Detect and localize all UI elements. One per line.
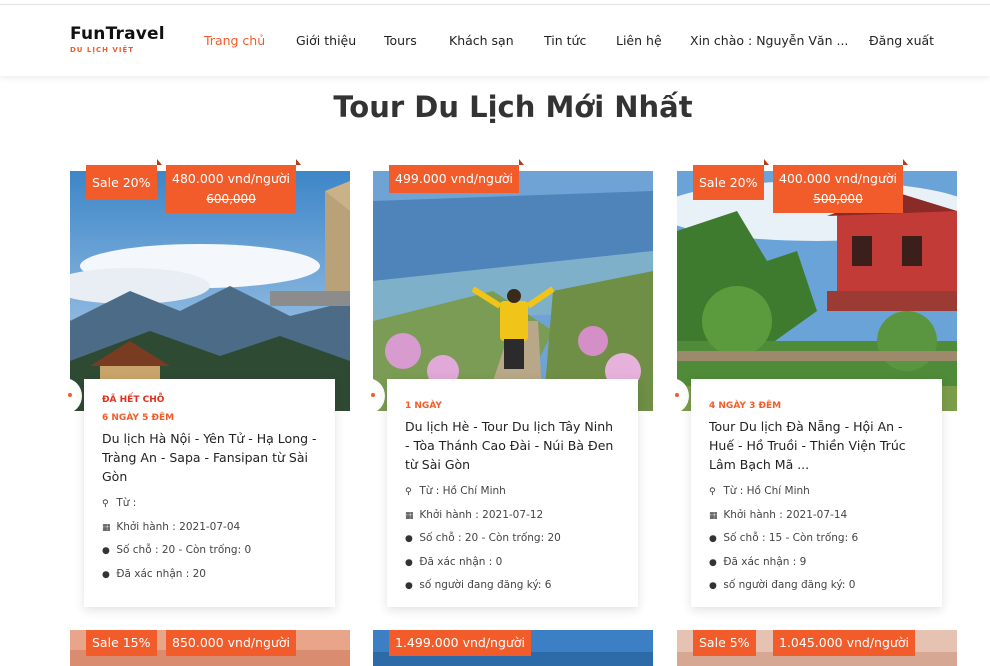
- tour-card[interactable]: Sale 5% 1.045.000 vnd/người: [677, 630, 957, 666]
- tour-confirmed: ● Đã xác nhận : 9: [709, 551, 924, 575]
- tour-confirmed: ● Đã xác nhận : 0: [405, 551, 620, 575]
- sale-badge: Sale 15%: [86, 630, 157, 656]
- tour-seats: ● Số chỗ : 20 - Còn trống: 0: [102, 539, 317, 563]
- calendar-icon: ▦: [405, 510, 414, 521]
- nav-contact[interactable]: Liên hệ: [616, 33, 662, 48]
- nav-tours[interactable]: Tours: [384, 33, 417, 48]
- user-icon: ●: [405, 557, 413, 568]
- nav-news[interactable]: Tin tức: [544, 33, 586, 48]
- page-title: Tour Du Lịch Mới Nhất: [333, 90, 693, 124]
- calendar-icon: ▦: [102, 522, 111, 533]
- user-icon: ●: [709, 557, 717, 568]
- price-badge: 480.000 vnd/người 600,000: [166, 159, 302, 213]
- tour-depart: ▦ Khởi hành : 2021-07-14: [709, 504, 924, 528]
- tour-from: ⚲ Từ : Hồ Chí Minh: [709, 480, 924, 504]
- calendar-icon: ▦: [709, 510, 718, 521]
- map-marker-icon: ⚲: [405, 487, 412, 497]
- duration-label: 4 NGÀY 3 ĐÊM: [709, 401, 782, 411]
- sale-badge: Sale 20%: [693, 159, 769, 200]
- nav-home[interactable]: Trang chủ: [204, 33, 265, 48]
- old-price: 500,000: [813, 192, 863, 206]
- tour-title[interactable]: Tour Du lịch Đà Nẵng - Hội An - Huế - Hồ…: [709, 417, 924, 474]
- nav-about[interactable]: Giới thiệu: [296, 33, 356, 48]
- user-icon: ●: [709, 581, 717, 591]
- site-header: FunTravel DU LỊCH VIỆT Trang chủ Giới th…: [0, 6, 990, 76]
- price-badge: 499.000 vnd/người: [389, 159, 525, 193]
- tour-depart: ▦ Khởi hành : 2021-07-04: [102, 516, 317, 540]
- user-icon: ●: [405, 581, 413, 591]
- price-badge: 1.499.000 vnd/người: [389, 630, 531, 656]
- price-badge: 400.000 vnd/người 500,000: [773, 159, 909, 213]
- tour-info: 4 NGÀY 3 ĐÊM Tour Du lịch Đà Nẵng - Hội …: [691, 379, 942, 607]
- tour-image[interactable]: [373, 171, 653, 411]
- tour-depart: ▦ Khởi hành : 2021-07-12: [405, 504, 620, 528]
- price: 499.000 vnd/người: [395, 171, 514, 186]
- price: 400.000 vnd/người: [779, 171, 898, 186]
- main-nav: Trang chủ Giới thiệu Tours Khách sạn Tin…: [0, 33, 990, 53]
- tour-from: ⚲ Từ :: [102, 492, 317, 516]
- tour-card[interactable]: Sale 15% 850.000 vnd/người: [70, 630, 350, 666]
- price: 480.000 vnd/người: [172, 171, 291, 186]
- nav-hotels[interactable]: Khách sạn: [449, 33, 514, 48]
- sale-badge: Sale 20%: [86, 159, 162, 200]
- tour-title[interactable]: Du lịch Hà Nội - Yên Tử - Hạ Long - Tràn…: [102, 429, 317, 486]
- map-marker-icon: ⚲: [102, 499, 109, 509]
- tour-registering: ● số người đang đăng ký: 0: [709, 574, 924, 598]
- nav-logout[interactable]: Đăng xuất: [869, 33, 934, 48]
- tour-from: ⚲ Từ : Hồ Chí Minh: [405, 480, 620, 504]
- tour-card[interactable]: Sale 20% 480.000 vnd/người 600,000 ĐÃ HẾ…: [60, 159, 350, 611]
- user-icon: ●: [405, 534, 413, 544]
- user-icon: ●: [102, 569, 110, 580]
- user-icon: ●: [102, 546, 110, 556]
- duration-label: 1 NGÀY: [405, 401, 442, 411]
- tour-seats: ● Số chỗ : 15 - Còn trống: 6: [709, 527, 924, 551]
- tour-seats: ● Số chỗ : 20 - Còn trống: 20: [405, 527, 620, 551]
- map-marker-icon: ⚲: [709, 487, 716, 497]
- duration-label: 6 NGÀY 5 ĐÊM: [102, 413, 175, 423]
- user-icon: ●: [709, 534, 717, 544]
- nav-user-greeting[interactable]: Xin chào : Nguyễn Văn ...: [690, 33, 848, 48]
- tour-confirmed: ● Đã xác nhận : 20: [102, 563, 317, 587]
- tour-registering: ● số người đang đăng ký: 6: [405, 574, 620, 598]
- tour-card[interactable]: 1.499.000 vnd/người: [373, 630, 653, 666]
- status-badge: ĐÃ HẾT CHỖ: [102, 395, 165, 405]
- tour-card[interactable]: Sale 20% 400.000 vnd/người 500,000 4 NGÀ…: [667, 159, 957, 611]
- price-badge: 1.045.000 vnd/người: [773, 630, 915, 656]
- price-badge: 850.000 vnd/người: [166, 630, 297, 656]
- tour-title[interactable]: Du lịch Hè - Tour Du lịch Tây Ninh - Tòa…: [405, 417, 620, 474]
- tour-info: ĐÃ HẾT CHỖ 6 NGÀY 5 ĐÊM Du lịch Hà Nội -…: [84, 379, 335, 607]
- tour-info: 1 NGÀY Du lịch Hè - Tour Du lịch Tây Nin…: [387, 379, 638, 607]
- old-price: 600,000: [206, 192, 256, 206]
- top-border: [0, 0, 990, 5]
- tour-card[interactable]: 499.000 vnd/người 1 NGÀY Du lịch Hè - To…: [363, 159, 653, 611]
- sale-badge: Sale 5%: [693, 630, 756, 656]
